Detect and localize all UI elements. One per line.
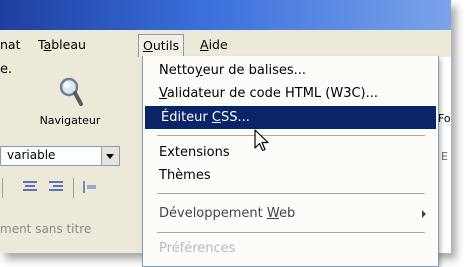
truncated-panel-label: Fo bbox=[438, 112, 451, 125]
panel-marker: E bbox=[441, 150, 448, 163]
toolbar-separator bbox=[73, 178, 74, 198]
chevron-down-icon[interactable] bbox=[101, 147, 119, 165]
menu-bar: nat Tableau Outils Aide bbox=[0, 30, 451, 58]
direction-icon[interactable] bbox=[82, 180, 98, 194]
title-bar bbox=[0, 0, 451, 30]
formatting-toolbar bbox=[0, 175, 140, 201]
menu-separator bbox=[157, 232, 425, 233]
menu-tableau[interactable]: Tableau bbox=[38, 36, 86, 54]
menu-item-themes[interactable]: Thèmes bbox=[143, 164, 438, 187]
align-right-icon[interactable] bbox=[48, 180, 64, 194]
mouse-cursor-icon bbox=[254, 129, 270, 156]
menu-item-nettoyeur[interactable]: Nettoyeur de balises... bbox=[143, 59, 438, 82]
menu-separator bbox=[157, 135, 425, 136]
align-center-icon[interactable] bbox=[22, 180, 38, 194]
menu-item-preferences[interactable]: Préférences bbox=[143, 237, 438, 260]
menu-aide[interactable]: Aide bbox=[200, 36, 228, 54]
navigator-label: Navigateur bbox=[39, 114, 101, 127]
truncated-text: e. bbox=[0, 62, 13, 77]
document-tab[interactable]: ment sans titre bbox=[0, 218, 160, 240]
menu-outils[interactable]: Outils bbox=[138, 34, 185, 58]
menu-separator bbox=[157, 193, 425, 194]
menu-item-validateur[interactable]: Validateur de code HTML (W3C)... bbox=[143, 82, 438, 105]
magnifier-icon bbox=[58, 76, 84, 113]
toolbar-separator bbox=[2, 178, 3, 198]
paragraph-style-select[interactable]: variable bbox=[0, 146, 120, 166]
menu-item-editeur-css[interactable]: Éditeur CSS... bbox=[145, 106, 436, 129]
menu-item-developpement-web[interactable]: Développement Web bbox=[143, 202, 438, 225]
submenu-arrow-icon bbox=[422, 210, 426, 218]
select-value: variable bbox=[7, 148, 56, 162]
menu-format[interactable]: nat bbox=[0, 36, 20, 54]
outils-dropdown-menu: Nettoyeur de balises... Validateur de co… bbox=[142, 56, 439, 267]
menu-item-extensions[interactable]: Extensions bbox=[143, 141, 438, 164]
navigator-button[interactable]: Navigateur bbox=[30, 70, 110, 130]
